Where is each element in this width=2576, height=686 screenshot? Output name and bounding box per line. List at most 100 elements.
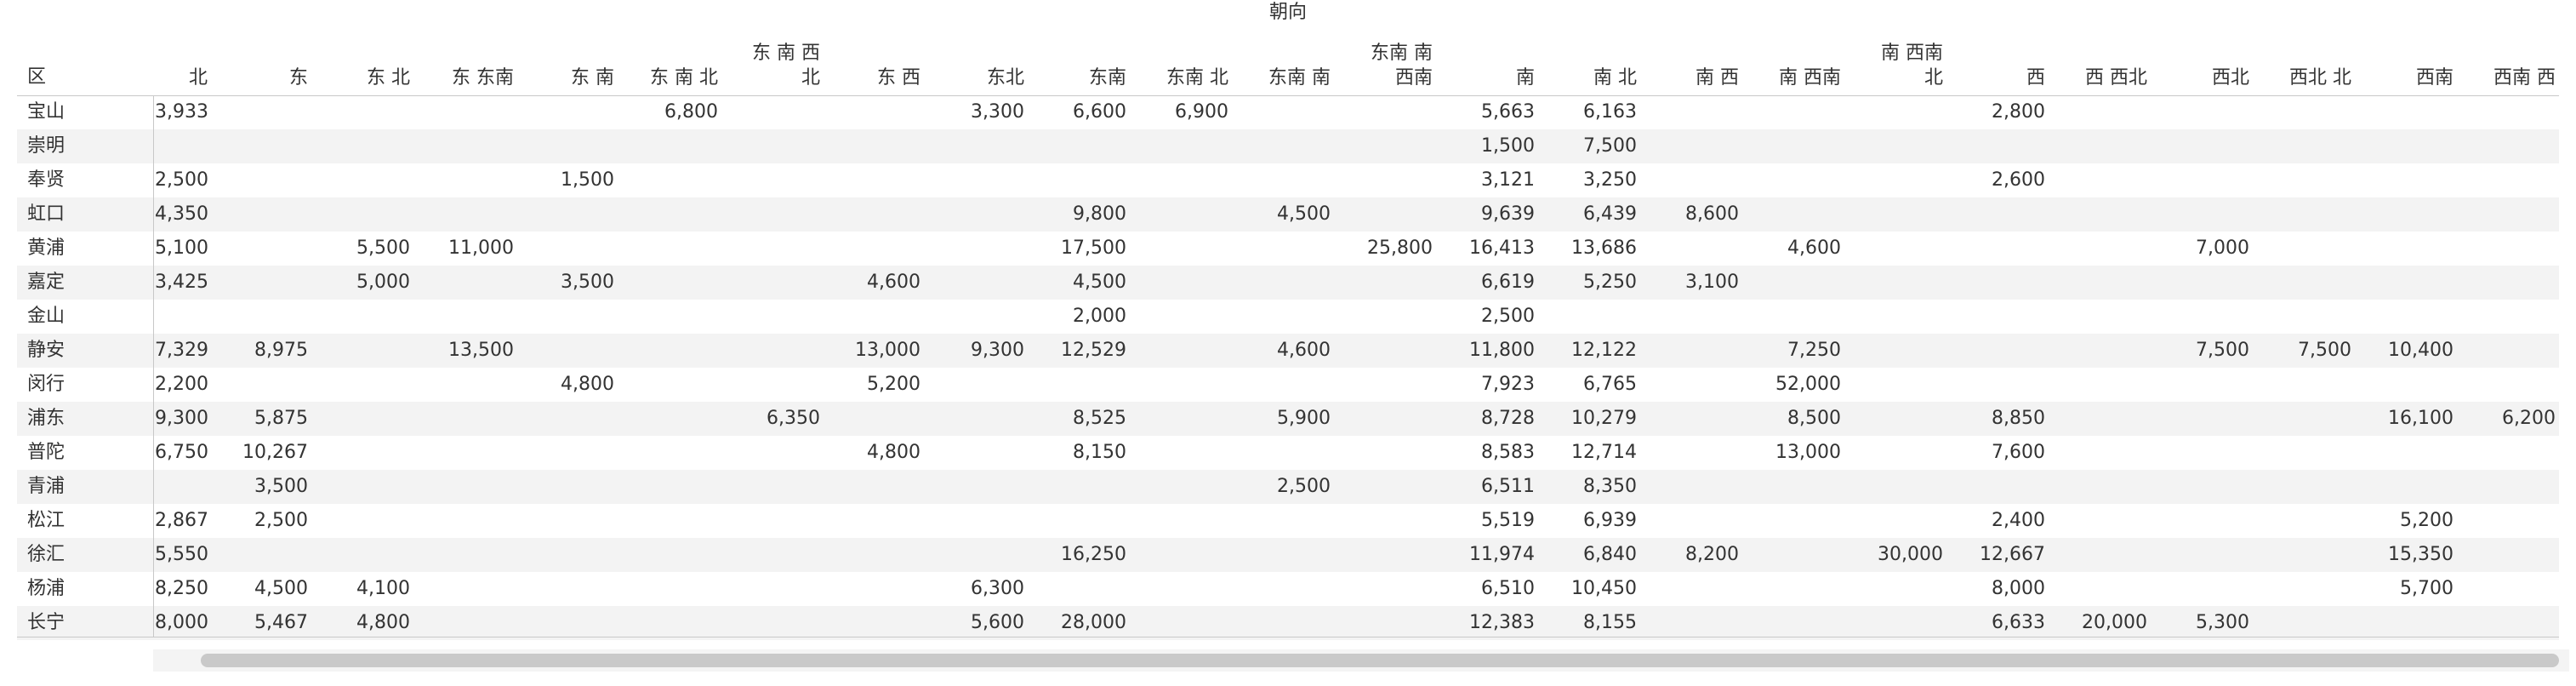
table-cell: 7,500 [1583,135,1637,157]
table-cell: 8,500 [1787,408,1841,429]
table-cell: 8,850 [1992,408,2045,429]
column-header: 东 南 北 [650,67,718,89]
table-cell: 6,619 [1481,272,1535,293]
table-cell: 9,300 [155,408,208,429]
table-cell: 5,519 [1481,510,1535,531]
table-cell: 9,300 [971,340,1024,361]
table-cell: 28,000 [1061,612,1126,633]
table-cell: 4,350 [155,203,208,225]
table-cell: 5,900 [1277,408,1331,429]
column-header: 东南 南 西南 [1371,43,1433,89]
column-header: 东南 北 [1166,67,1228,89]
table-cell: 6,511 [1481,476,1535,497]
row-label: 黄浦 [27,237,66,259]
table-cell: 16,100 [2388,408,2453,429]
row-header-divider [153,95,154,637]
column-header: 西南 西 [2493,67,2556,89]
table-cell: 16,413 [1469,237,1535,259]
table-cell: 20,000 [2082,612,2147,633]
table-cell: 25,800 [1367,237,1433,259]
table-cell: 13,686 [1571,237,1637,259]
table-cell: 11,000 [448,237,514,259]
table-cell: 3,121 [1481,169,1535,191]
table-cell: 5,600 [971,612,1024,633]
column-header: 西 [2026,67,2045,89]
row-label: 松江 [27,510,66,531]
column-header: 西北 北 [2289,67,2351,89]
column-header: 东南 南 [1268,67,1331,89]
table-cell: 3,100 [1685,272,1739,293]
table-cell: 4,600 [1277,340,1331,361]
table-cell: 13,500 [448,340,514,361]
table-cell: 2,400 [1992,510,2045,531]
row-label: 徐汇 [27,544,66,565]
column-header: 东北 [986,67,1024,89]
table-cell: 5,700 [2400,578,2453,599]
column-header: 南 西南 北 [1881,43,1943,89]
table-cell: 2,867 [155,510,208,531]
table-cell: 8,600 [1685,203,1739,225]
table-cell: 4,500 [1277,203,1331,225]
column-header: 西南 [2415,67,2453,89]
table-cell: 4,100 [356,578,410,599]
column-header: 东南 [1088,67,1126,89]
table-cell: 6,163 [1583,101,1637,123]
horizontal-scrollbar-thumb[interactable] [201,654,2559,667]
column-header: 南 北 [1593,67,1637,89]
row-label: 宝山 [27,101,66,123]
table-cell: 4,600 [1787,237,1841,259]
row-label: 嘉定 [27,272,66,293]
table-cell: 8,150 [1073,442,1126,463]
table-row [17,163,2559,197]
table-cell: 7,329 [155,340,208,361]
column-header: 东 南 西 北 [752,43,820,89]
table-cell: 4,600 [867,272,920,293]
table-cell: 3,425 [155,272,208,293]
table-cell: 13,000 [855,340,920,361]
table-cell: 16,250 [1061,544,1126,565]
table-cell: 1,500 [561,169,614,191]
table-row [17,504,2559,538]
table-cell: 1,500 [1481,135,1535,157]
column-header: 西北 [2211,67,2249,89]
table-cell: 5,875 [254,408,308,429]
table-cell: 8,200 [1685,544,1739,565]
row-label: 金山 [27,306,66,327]
table-cell: 6,510 [1481,578,1535,599]
table-cell: 7,250 [1787,340,1841,361]
table-cell: 3,300 [971,101,1024,123]
table-cell: 6,350 [767,408,820,429]
table-cell: 4,800 [561,374,614,395]
table-cell: 5,500 [356,237,410,259]
table-cell: 6,840 [1583,544,1637,565]
table-cell: 8,975 [254,340,308,361]
row-label: 青浦 [27,476,66,497]
row-label: 长宁 [27,612,66,633]
row-header-title: 区 [27,66,47,88]
table-cell: 6,439 [1583,203,1637,225]
column-header: 东 南 [571,67,614,89]
table-cell: 12,529 [1061,340,1126,361]
row-label: 虹口 [27,203,66,225]
table-cell: 6,765 [1583,374,1637,395]
table-cell: 7,000 [2196,237,2249,259]
table-cell: 8,000 [1992,578,2045,599]
table-cell: 8,583 [1481,442,1535,463]
table-cell: 6,300 [971,578,1024,599]
table-cell: 4,800 [867,442,920,463]
table-cell: 7,923 [1481,374,1535,395]
table-cell: 8,250 [155,578,208,599]
table-cell: 6,939 [1583,510,1637,531]
table-cell: 10,400 [2388,340,2453,361]
table-cell: 8,728 [1481,408,1535,429]
table-cell: 12,667 [1980,544,2045,565]
row-label: 奉贤 [27,169,66,191]
table-cell: 2,200 [155,374,208,395]
table-cell: 5,467 [254,612,308,633]
row-label: 普陀 [27,442,66,463]
table-cell: 3,500 [561,272,614,293]
table-cell: 5,300 [2196,612,2249,633]
table-cell: 8,155 [1583,612,1637,633]
table-cell: 2,600 [1992,169,2045,191]
table-row [17,368,2559,402]
